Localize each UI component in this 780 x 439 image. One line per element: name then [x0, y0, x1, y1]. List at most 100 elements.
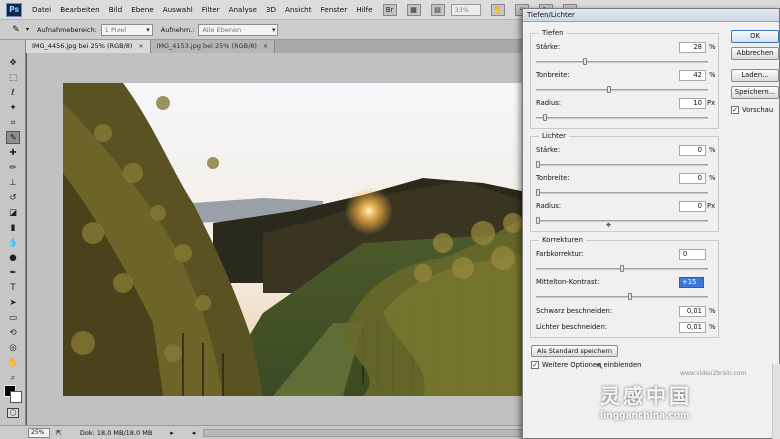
shadows-radius-unit: Px: [707, 99, 716, 107]
canvas-area[interactable]: [27, 53, 531, 425]
menu-bild[interactable]: Bild: [109, 5, 123, 14]
highlights-radius-thumb[interactable]: [536, 217, 540, 224]
extras-icon[interactable]: ▤: [430, 3, 445, 16]
crop-tool-icon[interactable]: ⌗: [6, 116, 20, 129]
save-as-default-button[interactable]: Als Standard speichern: [531, 345, 618, 357]
highlights-tonal-unit: %: [709, 174, 716, 182]
highlights-tonal-slider[interactable]: [536, 192, 708, 194]
sample-select[interactable]: Alle Ebenen: [198, 23, 279, 36]
highlights-radius-input[interactable]: 0: [679, 201, 706, 212]
color-correction-thumb[interactable]: [620, 265, 624, 272]
eraser-tool-icon[interactable]: ◪: [6, 206, 20, 219]
zoom-field[interactable]: 33%: [450, 3, 481, 16]
menu-ansicht[interactable]: Ansicht: [285, 5, 312, 14]
healing-brush-tool-icon[interactable]: ✚: [6, 146, 20, 159]
load-button[interactable]: Laden...: [731, 69, 779, 82]
sample-area-select[interactable]: 1 Pixel: [100, 23, 153, 36]
zoom-level-field[interactable]: 25%: [28, 427, 50, 438]
menu-filter[interactable]: Filter: [202, 5, 220, 14]
close-icon[interactable]: ✕: [138, 40, 143, 53]
move-tool-icon[interactable]: ✥: [6, 56, 20, 69]
background-color-swatch[interactable]: [10, 391, 22, 403]
path-select-tool-icon[interactable]: ➤: [6, 296, 20, 309]
type-tool-icon[interactable]: T: [6, 281, 20, 294]
quick-mask-icon[interactable]: ◯: [7, 408, 19, 418]
shadows-amount-input[interactable]: 28: [679, 42, 706, 53]
export-icon[interactable]: ⇱: [56, 429, 62, 437]
marquee-tool-icon[interactable]: ⬚: [6, 71, 20, 84]
more-options-checkbox[interactable]: ✓: [531, 361, 539, 369]
shadows-group: Tiefen Stärke: 28 % Tonbreite: 42 % Radi…: [530, 29, 719, 129]
highlights-tonal-label: Tonbreite:: [536, 174, 570, 182]
shadows-radius-input[interactable]: 10: [679, 98, 706, 109]
close-icon[interactable]: ✕: [263, 40, 268, 53]
menu-bearbeiten[interactable]: Bearbeiten: [60, 5, 100, 14]
menu-ebene[interactable]: Ebene: [131, 5, 154, 14]
white-clip-label: Lichter beschneiden:: [536, 323, 608, 331]
menu-datei[interactable]: Datei: [32, 5, 51, 14]
menu-auswahl[interactable]: Auswahl: [163, 5, 193, 14]
shadows-amount-slider[interactable]: [536, 61, 708, 63]
vineyard-image: [63, 83, 531, 396]
highlights-tonal-input[interactable]: 0: [679, 173, 706, 184]
shadows-tonal-input[interactable]: 42: [679, 70, 706, 81]
eyedropper-tool-icon[interactable]: ✎: [6, 131, 20, 144]
menu-3d[interactable]: 3D: [266, 5, 276, 14]
blur-tool-icon[interactable]: 💧: [6, 236, 20, 249]
3d-rotate-tool-icon[interactable]: ⟲: [6, 326, 20, 339]
ok-button[interactable]: OK: [731, 30, 779, 43]
chevron-down-icon[interactable]: ▾: [26, 26, 29, 33]
menu-analyse[interactable]: Analyse: [229, 5, 257, 14]
brush-tool-icon[interactable]: ✏: [6, 161, 20, 174]
midtone-contrast-thumb[interactable]: [628, 293, 633, 300]
menu-fenster[interactable]: Fenster: [321, 5, 348, 14]
midtone-contrast-slider[interactable]: [536, 296, 708, 298]
vineyard-photo[interactable]: [63, 83, 531, 396]
zoom-tool-icon[interactable]: ⌕: [6, 371, 20, 384]
preview-checkbox[interactable]: ✓: [731, 106, 739, 114]
gradient-tool-icon[interactable]: ▮: [6, 221, 20, 234]
shadows-tonal-thumb[interactable]: [606, 86, 611, 93]
highlights-radius-unit: Px: [707, 202, 716, 210]
highlights-tonal-thumb[interactable]: [536, 189, 540, 196]
menu-hilfe[interactable]: Hilfe: [356, 5, 372, 14]
shadows-tonal-slider[interactable]: [536, 89, 708, 91]
watermark-url: www.video2brain.com: [680, 370, 747, 377]
mouse-cursor-icon: ⌖: [606, 221, 612, 231]
dodge-tool-icon[interactable]: ●: [6, 251, 20, 264]
black-clip-input[interactable]: 0,01: [679, 306, 706, 317]
shadows-radius-thumb[interactable]: [542, 114, 547, 121]
status-arrow-icon[interactable]: ▸: [170, 429, 174, 437]
hand-tool-icon[interactable]: ✋: [6, 356, 20, 369]
shadows-radius-slider[interactable]: [536, 117, 708, 119]
cancel-button[interactable]: Abbrechen: [731, 47, 779, 60]
lasso-tool-icon[interactable]: ℓ: [6, 86, 20, 99]
white-clip-input[interactable]: 0,01: [679, 322, 706, 333]
eyedropper-icon[interactable]: ✎: [8, 23, 24, 37]
watermark-subtitle: lingganchina.com: [600, 411, 690, 421]
highlights-amount-thumb[interactable]: [536, 161, 540, 168]
highlights-radius-slider[interactable]: [536, 220, 708, 222]
highlights-amount-input[interactable]: 0: [679, 145, 706, 156]
save-button[interactable]: Speichern...: [731, 86, 779, 99]
midtone-contrast-input[interactable]: +15: [679, 277, 704, 288]
tab-img-4456[interactable]: IMG_4456.jpg bei 25% (RGB/8) ✕: [26, 40, 151, 53]
color-correction-label: Farbkorrektur:: [536, 250, 584, 258]
hand-icon[interactable]: ✋: [490, 3, 505, 16]
history-brush-tool-icon[interactable]: ↺: [6, 191, 20, 204]
shape-tool-icon[interactable]: ▭: [6, 311, 20, 324]
tab-img-4153[interactable]: IMG_4153.jpg bei 25% (RGB/8) ✕: [150, 40, 275, 53]
highlights-amount-slider[interactable]: [536, 164, 708, 166]
pen-tool-icon[interactable]: ✒: [6, 266, 20, 279]
scroll-left-icon[interactable]: ◂: [192, 429, 196, 437]
bridge-icon[interactable]: Br: [382, 3, 397, 16]
quick-select-tool-icon[interactable]: ✦: [6, 101, 20, 114]
clone-stamp-tool-icon[interactable]: ⊥: [6, 176, 20, 189]
color-correction-input[interactable]: 0: [679, 249, 706, 260]
3d-orbit-tool-icon[interactable]: ◎: [6, 341, 20, 354]
horizontal-scrollbar[interactable]: [203, 428, 524, 437]
toolbox: ✥ ⬚ ℓ ✦ ⌗ ✎ ✚ ✏ ⊥ ↺ ◪ ▮ 💧 ● ✒ T ➤ ▭ ⟲ ◎ …: [0, 40, 26, 425]
shadows-amount-thumb[interactable]: [583, 58, 588, 65]
minibridge-icon[interactable]: ▦: [406, 3, 421, 16]
document-tab-bar: IMG_4456.jpg bei 25% (RGB/8) ✕ IMG_4153.…: [26, 40, 526, 53]
